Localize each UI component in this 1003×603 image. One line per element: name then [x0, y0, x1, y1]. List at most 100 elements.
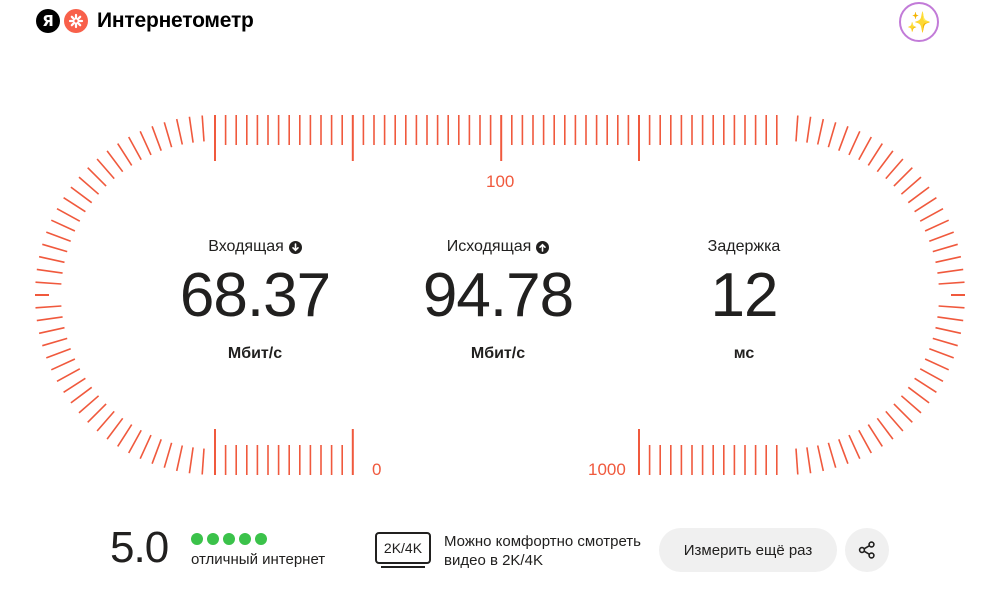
gauge-tick [70, 386, 93, 404]
rating-dot [239, 533, 251, 545]
rating-dot [207, 533, 219, 545]
gauge-tick [924, 358, 950, 371]
arrow-down-icon [288, 240, 302, 254]
gauge-tick [63, 197, 86, 213]
upload-unit: Мбит/с [470, 345, 526, 362]
video-quality-icon: 2K/4K [375, 532, 431, 568]
gauge-tick [848, 434, 861, 460]
gauge-tick [201, 448, 205, 475]
gauge-tick [139, 130, 152, 156]
rating-dot [223, 533, 235, 545]
gauge-tick [96, 410, 115, 432]
gauge-tick [932, 337, 958, 347]
gauge-tick [867, 424, 883, 447]
gauge-tick [858, 136, 873, 161]
gauge-tick [70, 186, 93, 204]
gauge-tick [937, 268, 964, 274]
results-bar: 5.0 отличный интернет 2K/4K Можно комфор… [0, 520, 1003, 590]
rating-text: отличный интернет [191, 551, 326, 568]
gauge-tick [163, 442, 173, 468]
gauge-tick [36, 316, 63, 322]
download-metric: Входящая 68.37 Мбит/с [145, 237, 365, 363]
arrow-up-icon [536, 240, 550, 254]
upload-value: 94.78 [422, 261, 574, 330]
latency-label: Задержка [707, 238, 781, 255]
gauge-tick [188, 447, 194, 474]
gauge-tick [42, 243, 68, 253]
video-quality-badge: 2K/4K [375, 532, 431, 564]
gauge-tick [50, 358, 76, 371]
gauge-tick [117, 424, 133, 447]
gauge-tick [35, 281, 62, 285]
gauge-tick [924, 219, 950, 232]
rating-value: 5.0 [110, 523, 169, 572]
gauge-tick [935, 326, 962, 335]
gauge-tick [900, 176, 922, 195]
gauge-tick [96, 158, 115, 180]
gauge-tick [36, 268, 63, 274]
gauge-tick [806, 116, 812, 143]
gauge-tick [932, 243, 958, 253]
gauge-tick [893, 167, 913, 187]
gauge-tick [163, 122, 173, 148]
gauge-tick [106, 417, 124, 440]
gauge-tick [38, 255, 65, 264]
gauge-tick [938, 281, 965, 285]
gauge-tick [914, 377, 937, 393]
gauge-tick [87, 403, 107, 423]
gauge-tick [858, 429, 873, 454]
gauge-tick [42, 337, 68, 347]
latency-unit: мс [733, 345, 755, 362]
rating-dot [255, 533, 267, 545]
gauge-tick [63, 377, 86, 393]
gauge-tick [56, 368, 81, 383]
gauge-tick [139, 434, 152, 460]
gauge-tick [919, 207, 944, 222]
gauge-tick [35, 305, 62, 309]
gauge-tick [106, 150, 124, 173]
gauge-tick [893, 403, 913, 423]
gauge-tick [78, 176, 100, 195]
gauge-tick [56, 207, 81, 222]
gauge-tick [127, 136, 142, 161]
gauge-tick [78, 395, 100, 414]
gauge-tick [201, 115, 205, 142]
gauge-tick [151, 439, 162, 464]
gauge-tick [876, 417, 894, 440]
gauge-tick [151, 126, 162, 151]
upload-metric: Исходящая 94.78 Мбит/с [388, 237, 608, 363]
video-quality-text: Можно комфортно смотреть видео в 2K/4K [444, 533, 641, 569]
download-unit: Мбит/с [227, 345, 283, 362]
gauge-tick [876, 150, 894, 173]
gauge-tick [907, 386, 930, 404]
gauge-tick [885, 410, 904, 432]
gauge-tick [50, 219, 76, 232]
gauge-tick [867, 143, 883, 166]
gauge-tick [806, 447, 812, 474]
share-button[interactable] [845, 528, 889, 572]
rating-dots [191, 533, 267, 545]
gauge-tick [795, 115, 799, 142]
rating-dot [191, 533, 203, 545]
gauge-tick [885, 158, 904, 180]
gauge-tick [175, 445, 184, 472]
download-value: 68.37 [179, 261, 331, 330]
gauge-tick [87, 167, 107, 187]
scale-label-1000: 1000 [588, 460, 626, 479]
gauge-tick [937, 316, 964, 322]
gauge-tick [838, 126, 849, 151]
gauge-tick [848, 130, 861, 156]
gauge-tick [46, 348, 71, 359]
measure-again-button[interactable]: Измерить ещё раз [659, 528, 837, 572]
latency-value: 12 [710, 261, 779, 330]
scale-label-0: 0 [372, 460, 382, 479]
gauge-tick [127, 429, 142, 454]
gauge-tick [795, 448, 799, 475]
gauge-tick [46, 231, 71, 242]
scale-label-100: 100 [486, 172, 515, 191]
gauge-tick [919, 368, 944, 383]
gauge-tick [900, 395, 922, 414]
download-label: Входящая [208, 238, 284, 255]
gauge-tick [816, 445, 825, 472]
share-icon [858, 541, 875, 559]
